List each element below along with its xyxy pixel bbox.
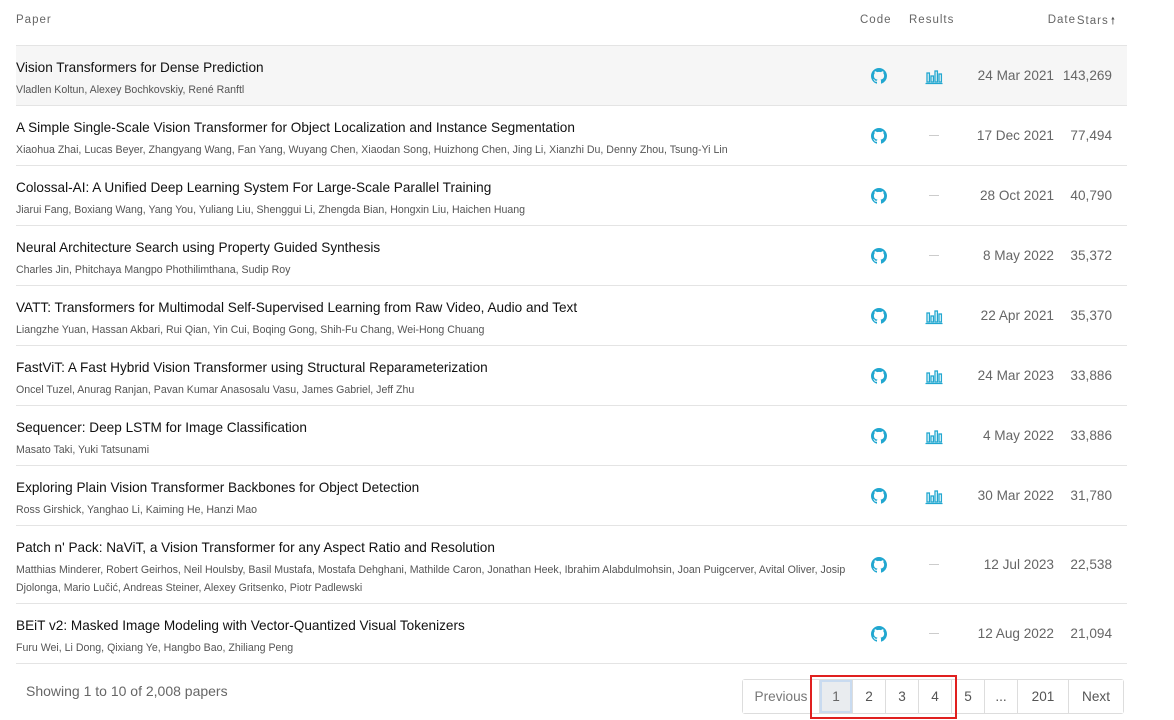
pagination-page-3[interactable]: 3 bbox=[886, 680, 919, 713]
paper-authors: Xiaohua Zhai, Lucas Beyer, Zhangyang Wan… bbox=[16, 144, 728, 156]
github-icon[interactable] bbox=[871, 127, 887, 144]
pagination-previous[interactable]: Previous bbox=[743, 680, 820, 713]
table-row: FastViT: A Fast Hybrid Vision Transforme… bbox=[16, 346, 1127, 406]
paper-title[interactable]: VATT: Transformers for Multimodal Self-S… bbox=[16, 300, 577, 315]
paper-date: 24 Mar 2021 bbox=[977, 67, 1054, 83]
pagination-page-5[interactable]: 5 bbox=[952, 680, 985, 713]
no-results-dash bbox=[929, 134, 939, 136]
paper-authors: Matthias Minderer, Robert Geirhos, Neil … bbox=[16, 564, 846, 594]
github-icon[interactable] bbox=[871, 487, 887, 504]
paper-title[interactable]: Neural Architecture Search using Propert… bbox=[16, 240, 380, 255]
github-icon[interactable] bbox=[871, 247, 887, 264]
paper-date: 12 Aug 2022 bbox=[977, 625, 1054, 641]
paper-date: 30 Mar 2022 bbox=[977, 487, 1054, 503]
github-icon[interactable] bbox=[871, 67, 887, 84]
paper-stars: 33,886 bbox=[1070, 427, 1112, 443]
github-icon[interactable] bbox=[871, 427, 887, 444]
pagination-page-2[interactable]: 2 bbox=[853, 680, 886, 713]
table-row: Colossal-AI: A Unified Deep Learning Sys… bbox=[16, 166, 1127, 226]
paper-stars: 40,790 bbox=[1070, 187, 1112, 203]
table-row: BEiT v2: Masked Image Modeling with Vect… bbox=[16, 604, 1127, 664]
table-row: Patch n' Pack: NaViT, a Vision Transform… bbox=[16, 526, 1127, 604]
paper-date: 24 Mar 2023 bbox=[977, 367, 1054, 383]
no-results-dash bbox=[929, 194, 939, 196]
paper-authors: Furu Wei, Li Dong, Qixiang Ye, Hangbo Ba… bbox=[16, 642, 294, 654]
bar-chart-icon[interactable] bbox=[925, 307, 943, 325]
paper-stars: 35,372 bbox=[1070, 247, 1112, 263]
paper-stars: 35,370 bbox=[1070, 307, 1112, 323]
paper-date: 17 Dec 2021 bbox=[976, 127, 1054, 143]
results-count: Showing 1 to 10 of 2,008 papers bbox=[26, 683, 228, 699]
table-row: Neural Architecture Search using Propert… bbox=[16, 226, 1127, 286]
paper-title[interactable]: Patch n' Pack: NaViT, a Vision Transform… bbox=[16, 540, 495, 555]
paper-title[interactable]: FastViT: A Fast Hybrid Vision Transforme… bbox=[16, 360, 488, 375]
github-icon[interactable] bbox=[871, 307, 887, 324]
table-row: Vision Transformers for Dense Prediction… bbox=[16, 46, 1127, 106]
paper-stars: 31,780 bbox=[1070, 487, 1112, 503]
header-paper[interactable]: Paper bbox=[16, 14, 52, 26]
paper-authors: Liangzhe Yuan, Hassan Akbari, Rui Qian, … bbox=[16, 324, 485, 336]
bar-chart-icon[interactable] bbox=[925, 367, 943, 385]
paper-authors: Charles Jin, Phitchaya Mangpo Phothilimt… bbox=[16, 264, 291, 276]
paper-date: 22 Apr 2021 bbox=[980, 307, 1054, 323]
paper-authors: Oncel Tuzel, Anurag Ranjan, Pavan Kumar … bbox=[16, 384, 415, 396]
pagination-page-4[interactable]: 4 bbox=[919, 680, 952, 713]
paper-authors: Masato Taki, Yuki Tatsunami bbox=[16, 444, 150, 456]
paper-authors: Vladlen Koltun, Alexey Bochkovskiy, René… bbox=[16, 84, 245, 96]
pagination-page-1[interactable]: 1 bbox=[820, 680, 853, 713]
header-code[interactable]: Code bbox=[860, 14, 892, 26]
table-body: Vision Transformers for Dense Prediction… bbox=[16, 46, 1127, 664]
header-stars[interactable]: Stars 🠕 bbox=[1077, 14, 1116, 31]
paper-stars: 22,538 bbox=[1070, 556, 1112, 572]
paper-title[interactable]: Colossal-AI: A Unified Deep Learning Sys… bbox=[16, 180, 491, 195]
paper-title[interactable]: Exploring Plain Vision Transformer Backb… bbox=[16, 480, 419, 495]
no-results-dash bbox=[929, 632, 939, 634]
table-row: Exploring Plain Vision Transformer Backb… bbox=[16, 466, 1127, 526]
github-icon[interactable] bbox=[871, 367, 887, 384]
pagination-next[interactable]: Next bbox=[1069, 680, 1123, 713]
table-row: A Simple Single-Scale Vision Transformer… bbox=[16, 106, 1127, 166]
github-icon[interactable] bbox=[871, 556, 887, 573]
paper-title[interactable]: A Simple Single-Scale Vision Transformer… bbox=[16, 120, 575, 135]
bar-chart-icon[interactable] bbox=[925, 67, 943, 85]
paper-stars: 143,269 bbox=[1062, 67, 1112, 83]
header-date[interactable]: Date bbox=[1048, 14, 1076, 26]
pagination: Previous 1 2 3 4 5 ... 201 Next bbox=[742, 679, 1124, 714]
table-row: Sequencer: Deep LSTM for Image Classific… bbox=[16, 406, 1127, 466]
table-header: Paper Code Results Date Stars 🠕 bbox=[16, 0, 1127, 46]
paper-date: 4 May 2022 bbox=[982, 427, 1054, 443]
paper-stars: 21,094 bbox=[1070, 625, 1112, 641]
header-stars-label: Stars bbox=[1076, 15, 1109, 27]
paper-date: 28 Oct 2021 bbox=[979, 187, 1054, 203]
arrow-up-icon: 🠕 bbox=[1110, 16, 1116, 27]
paper-title[interactable]: Sequencer: Deep LSTM for Image Classific… bbox=[16, 420, 307, 435]
paper-stars: 33,886 bbox=[1070, 367, 1112, 383]
paper-date: 12 Jul 2023 bbox=[983, 556, 1054, 572]
no-results-dash bbox=[929, 254, 939, 256]
papers-table: Paper Code Results Date Stars 🠕 Vision Tr… bbox=[16, 0, 1127, 664]
paper-authors: Ross Girshick, Yanghao Li, Kaiming He, H… bbox=[16, 504, 258, 516]
pagination-ellipsis: ... bbox=[985, 680, 1018, 713]
paper-title[interactable]: BEiT v2: Masked Image Modeling with Vect… bbox=[16, 618, 465, 633]
bar-chart-icon[interactable] bbox=[925, 487, 943, 505]
paper-authors: Jiarui Fang, Boxiang Wang, Yang You, Yul… bbox=[16, 204, 526, 216]
paper-stars: 77,494 bbox=[1070, 127, 1112, 143]
header-results[interactable]: Results bbox=[909, 14, 954, 26]
paper-date: 8 May 2022 bbox=[982, 247, 1054, 263]
github-icon[interactable] bbox=[871, 187, 887, 204]
pagination-page-last[interactable]: 201 bbox=[1018, 680, 1069, 713]
bar-chart-icon[interactable] bbox=[925, 427, 943, 445]
no-results-dash bbox=[929, 563, 939, 565]
github-icon[interactable] bbox=[871, 625, 887, 642]
table-row: VATT: Transformers for Multimodal Self-S… bbox=[16, 286, 1127, 346]
paper-title[interactable]: Vision Transformers for Dense Prediction bbox=[16, 60, 264, 75]
